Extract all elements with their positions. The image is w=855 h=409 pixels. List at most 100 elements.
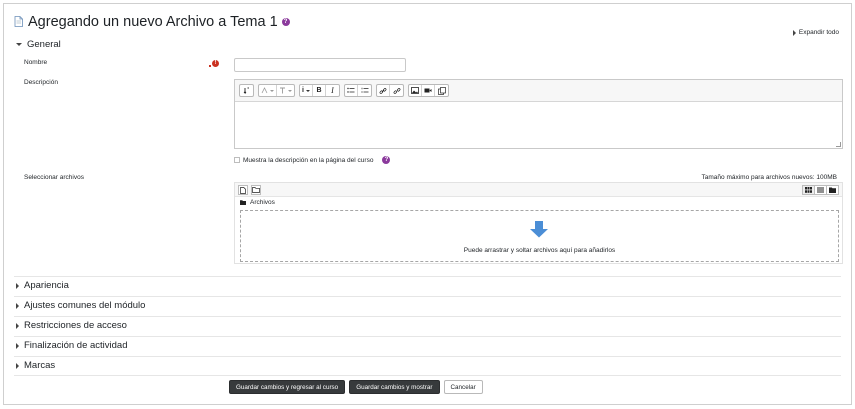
caret-down-icon <box>305 89 310 92</box>
bold-icon: B <box>316 87 322 94</box>
view-switcher <box>802 185 839 195</box>
italic-icon: I <box>331 86 334 95</box>
dropzone-text: Puede arrastrar y soltar archivos aquí p… <box>463 247 616 254</box>
divider <box>14 356 841 357</box>
download-arrow-icon <box>530 221 548 238</box>
section-general[interactable]: General <box>16 39 61 50</box>
files-icon <box>437 86 446 95</box>
italic-button[interactable]: I <box>326 85 339 96</box>
show-more-buttons[interactable] <box>240 85 253 96</box>
triangle-down-icon <box>16 43 22 46</box>
divider <box>14 296 841 297</box>
create-folder-button[interactable] <box>251 185 261 195</box>
file-dropzone[interactable]: Puede arrastrar y soltar archivos aquí p… <box>240 210 839 262</box>
bold-button[interactable]: B <box>313 85 326 96</box>
manage-files-button[interactable] <box>435 85 448 96</box>
resize-handle[interactable] <box>836 142 841 147</box>
select-files-label: Seleccionar archivos <box>24 174 84 181</box>
toolbar-group-collapse <box>239 84 254 97</box>
caret-down-icon <box>288 89 292 92</box>
folder-tree-icon <box>829 187 836 193</box>
section-appearance[interactable]: Apariencia <box>16 280 69 291</box>
unlink-icon <box>393 87 400 94</box>
image-icon <box>411 87 419 94</box>
section-label: Marcas <box>24 360 56 371</box>
text-style-icon <box>280 87 285 94</box>
triangle-right-icon <box>16 282 19 289</box>
toolbar-group-lists <box>344 84 372 97</box>
triangle-right-icon <box>16 302 19 309</box>
unlink-button[interactable] <box>390 85 403 96</box>
triangle-right-icon <box>16 322 19 329</box>
folder-icon <box>252 187 260 193</box>
editor-toolbar: i B I <box>235 80 842 102</box>
file-path: Archivos <box>240 199 275 206</box>
view-tree-button[interactable] <box>826 185 839 195</box>
new-file-icon <box>240 186 246 194</box>
description-editor: i B I <box>234 79 843 149</box>
video-camera-icon <box>424 88 432 93</box>
divider <box>14 316 841 317</box>
divider <box>14 336 841 337</box>
form-buttons: Guardar cambios y regresar al curso Guar… <box>229 380 483 394</box>
description-textarea[interactable] <box>235 102 842 148</box>
show-description-label: Muestra la descripción en la página del … <box>243 156 374 164</box>
section-common-settings[interactable]: Ajustes comunes del módulo <box>16 300 145 311</box>
folder-icon <box>240 200 246 205</box>
list-icon <box>817 187 824 193</box>
file-manager: Archivos Puede arrastrar y soltar archiv… <box>234 182 843 264</box>
required-badge: ! <box>212 60 219 67</box>
divider <box>14 375 841 376</box>
show-description-row: Muestra la descripción en la página del … <box>234 156 391 164</box>
show-description-checkbox[interactable] <box>234 157 240 163</box>
cancel-button[interactable]: Cancelar <box>443 380 483 394</box>
font-color-button[interactable] <box>259 85 277 96</box>
section-general-label: General <box>27 39 61 50</box>
caret-down-icon <box>270 89 274 92</box>
toolbar-group-media <box>408 84 449 97</box>
name-input[interactable] <box>234 58 406 72</box>
bullet-list-icon <box>347 87 355 93</box>
numbered-list-icon <box>361 87 368 93</box>
toolbar-group-links <box>376 84 404 97</box>
add-file-button[interactable] <box>238 185 248 195</box>
section-access-restrictions[interactable]: Restricciones de acceso <box>16 320 127 331</box>
section-activity-completion[interactable]: Finalización de actividad <box>16 340 128 351</box>
section-tags[interactable]: Marcas <box>16 360 55 371</box>
page-title: Agregando un nuevo Archivo a Tema 1 <box>28 14 278 30</box>
toolbar-group-style <box>258 84 295 97</box>
info-icon: i <box>302 87 304 94</box>
help-icon[interactable]: ? <box>281 18 290 26</box>
form-container: Agregando un nuevo Archivo a Tema 1 ? Ex… <box>3 3 852 405</box>
file-manager-toolbar <box>235 183 842 197</box>
save-and-display-button[interactable]: Guardar cambios y mostrar <box>349 380 440 394</box>
max-file-size: Tamaño máximo para archivos nuevos: 100M… <box>701 174 837 181</box>
title-row: Agregando un nuevo Archivo a Tema 1 ? <box>14 12 290 32</box>
section-label: Apariencia <box>24 280 69 291</box>
font-color-icon <box>261 87 268 94</box>
paragraph-style-button[interactable] <box>277 85 294 96</box>
expand-toolbar-icon <box>243 87 249 94</box>
triangle-right-icon <box>792 29 796 36</box>
triangle-right-icon <box>16 342 19 349</box>
info-button[interactable]: i <box>300 85 313 96</box>
link-button[interactable] <box>377 85 390 96</box>
section-label: Restricciones de acceso <box>24 320 127 331</box>
description-label: Descripción <box>24 79 58 86</box>
save-and-return-button[interactable]: Guardar cambios y regresar al curso <box>229 380 346 394</box>
toolbar-group-format: i B I <box>299 84 340 97</box>
grid-icon <box>805 187 812 193</box>
folder-label[interactable]: Archivos <box>250 199 275 206</box>
link-icon <box>379 87 387 94</box>
expand-all-link[interactable]: Expandir todo <box>792 29 839 36</box>
name-label: Nombre <box>24 59 48 66</box>
insert-image-button[interactable] <box>409 85 422 96</box>
ordered-list-button[interactable] <box>358 85 371 96</box>
unordered-list-button[interactable] <box>345 85 358 96</box>
section-label: Ajustes comunes del módulo <box>24 300 146 311</box>
triangle-right-icon <box>16 362 19 369</box>
divider <box>14 276 841 277</box>
help-icon[interactable]: ? <box>382 156 391 164</box>
document-icon <box>14 16 24 28</box>
insert-media-button[interactable] <box>422 85 435 96</box>
